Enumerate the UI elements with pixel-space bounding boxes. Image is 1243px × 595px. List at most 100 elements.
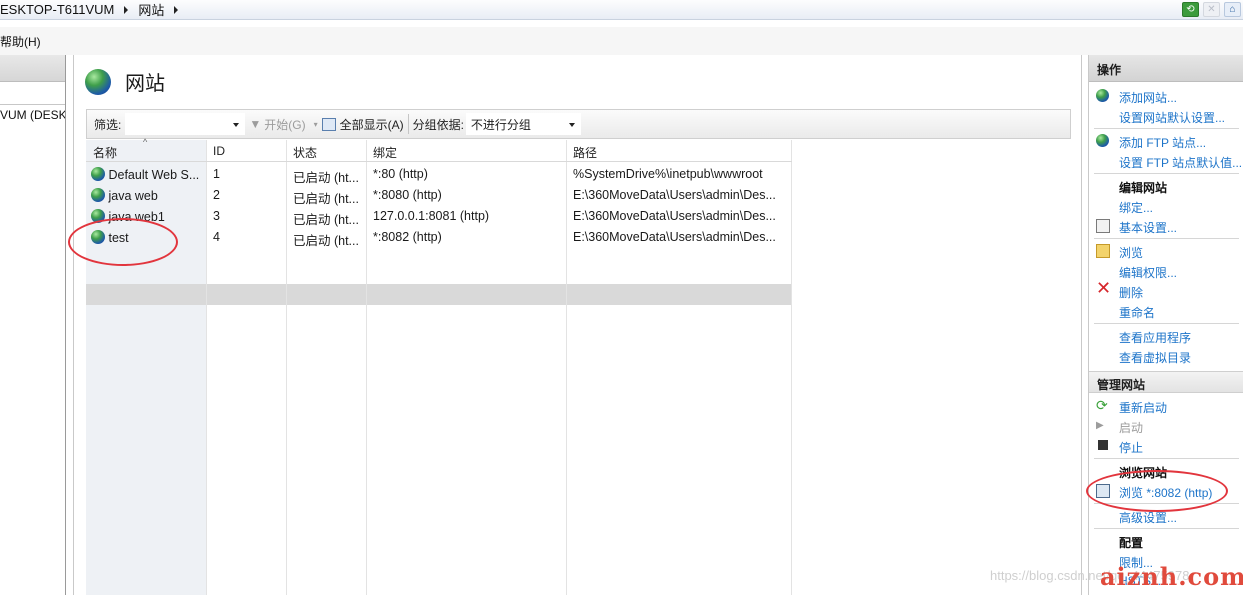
- page-title: 网站: [125, 71, 165, 95]
- explore-link[interactable]: 浏览: [1119, 244, 1143, 261]
- table-row-selected-bg: [86, 284, 792, 305]
- column-header-id[interactable]: ID: [213, 144, 225, 158]
- view-virtual-directories-link[interactable]: 查看虚拟目录: [1119, 349, 1191, 366]
- breadcrumb-separator-icon[interactable]: [124, 5, 129, 14]
- site-path: E:\360MoveData\Users\admin\Des...: [573, 188, 776, 202]
- show-all-icon: [321, 117, 336, 131]
- table-header: 名称 ^ ID 状态 绑定 路径: [86, 137, 792, 162]
- globe-icon: [91, 167, 105, 181]
- site-id: 1: [213, 167, 220, 181]
- site-id: 4: [213, 230, 220, 244]
- site-path: E:\360MoveData\Users\admin\Des...: [573, 230, 776, 244]
- home-icon[interactable]: ⌂: [1224, 1, 1241, 17]
- chevron-down-icon[interactable]: [233, 123, 240, 127]
- site-name-cell: Default Web S...: [91, 167, 199, 182]
- site-status: 已启动 (ht...: [293, 192, 359, 206]
- rename-link[interactable]: 重命名: [1119, 304, 1155, 321]
- site-id: 3: [213, 209, 220, 223]
- basic-settings-link[interactable]: 基本设置...: [1119, 219, 1177, 236]
- sort-ascending-icon: ^: [143, 137, 148, 147]
- ftp-defaults-link[interactable]: 设置 FTP 站点默认值...: [1119, 154, 1242, 171]
- breadcrumb-page[interactable]: 网站: [138, 0, 164, 19]
- add-site-link[interactable]: 添加网站...: [1119, 89, 1177, 106]
- globe-icon: [91, 188, 105, 202]
- brand-logo: aiznh.com: [1100, 562, 1243, 591]
- site-status: 已启动 (ht...: [293, 171, 359, 185]
- site-path: %SystemDrive%\inetpub\wwwroot: [573, 167, 763, 181]
- tree-node-server[interactable]: VUM (DESK: [0, 108, 65, 122]
- connections-toolbar: [0, 82, 65, 105]
- group-by-select[interactable]: 不进行分组: [465, 113, 581, 135]
- site-binding: 127.0.0.1:8081 (http): [373, 209, 490, 223]
- sites-globe-icon: [85, 68, 111, 95]
- site-binding: *:80 (http): [373, 167, 428, 181]
- column-header-name[interactable]: 名称: [93, 144, 117, 161]
- go-button[interactable]: ▼ 开始(G) ▾: [249, 113, 317, 135]
- site-path: E:\360MoveData\Users\admin\Des...: [573, 209, 776, 223]
- add-ftp-icon: [1096, 134, 1110, 148]
- stop-icon[interactable]: ✕: [1203, 1, 1220, 17]
- site-name-cell: java web: [91, 188, 158, 203]
- view-applications-link[interactable]: 查看应用程序: [1119, 329, 1191, 346]
- breadcrumb-host[interactable]: ESKTOP-T611VUM: [0, 2, 114, 17]
- edit-permissions-link[interactable]: 编辑权限...: [1119, 264, 1177, 281]
- table-row[interactable]: java web1 3 已启动 (ht... 127.0.0.1:8081 (h…: [86, 206, 792, 227]
- add-ftp-link[interactable]: 添加 FTP 站点...: [1119, 134, 1206, 151]
- start-link[interactable]: 启动: [1119, 419, 1143, 436]
- column-header-binding[interactable]: 绑定: [373, 144, 397, 161]
- address-toolbar: ⟲ ✕ ⌂: [1182, 0, 1243, 18]
- breadcrumb-separator-icon[interactable]: [174, 5, 179, 14]
- site-id: 2: [213, 188, 220, 202]
- divider: [1094, 458, 1239, 459]
- config-heading: 配置: [1119, 536, 1144, 550]
- toolbar-divider: [407, 114, 409, 134]
- restart-link[interactable]: 重新启动: [1119, 399, 1167, 416]
- chevron-down-icon[interactable]: ▾: [314, 120, 318, 129]
- chevron-down-icon[interactable]: [568, 123, 575, 127]
- filter-toolbar: 筛选: ▼ 开始(G) ▾ 全部显示(A) 分组依据: 不进行分组: [86, 109, 1071, 139]
- delete-icon: ✕: [1096, 278, 1112, 298]
- site-name: java web: [108, 189, 158, 203]
- annotation-circle-test: [68, 218, 178, 266]
- add-site-icon: [1096, 89, 1110, 103]
- site-binding: *:8082 (http): [373, 230, 442, 244]
- site-status: 已启动 (ht...: [293, 234, 359, 248]
- column-header-path[interactable]: 路径: [573, 144, 597, 161]
- table-row[interactable]: Default Web S... 1 已启动 (ht... *:80 (http…: [86, 164, 792, 185]
- page-header: 网站: [85, 67, 165, 96]
- menu-bar: 帮助(H): [0, 27, 1243, 55]
- actions-pane: 操作 添加网站... 设置网站默认设置... 添加 FTP 站点... 设置 F…: [1088, 55, 1243, 595]
- filter-label: 筛选:: [94, 117, 122, 132]
- divider: [1094, 128, 1239, 129]
- table-row[interactable]: java web 2 已启动 (ht... *:8080 (http) E:\3…: [86, 185, 792, 206]
- divider: [1094, 173, 1239, 174]
- sites-panel: 网站 筛选: ▼ 开始(G) ▾ 全部显示(A) 分组依据: 不进行分组 名称 …: [73, 55, 1082, 595]
- go-button-label: 开始(G): [264, 117, 306, 132]
- menu-help[interactable]: 帮助(H): [0, 33, 41, 50]
- bindings-link[interactable]: 绑定...: [1119, 199, 1153, 216]
- restart-icon: ⟳: [1096, 397, 1108, 413]
- manage-site-heading: 管理网站: [1089, 371, 1243, 393]
- settings-page-icon: [1096, 219, 1110, 233]
- site-binding: *:8080 (http): [373, 188, 442, 202]
- sites-table: 名称 ^ ID 状态 绑定 路径 Default Web S... 1 已启动 …: [86, 137, 792, 595]
- refresh-icon[interactable]: ⟲: [1182, 1, 1199, 17]
- address-bar[interactable]: ESKTOP-T611VUM 网站 ⟲ ✕ ⌂: [0, 0, 1243, 20]
- divider: [1094, 323, 1239, 324]
- site-name: Default Web S...: [108, 168, 200, 182]
- annotation-circle-browse: [1086, 470, 1228, 512]
- filter-input[interactable]: [125, 113, 246, 135]
- group-by-value: 不进行分组: [470, 117, 531, 132]
- explore-folder-icon: [1096, 244, 1110, 258]
- delete-link[interactable]: 删除: [1119, 284, 1143, 301]
- show-all-button[interactable]: 全部显示(A): [321, 113, 404, 135]
- site-defaults-link[interactable]: 设置网站默认设置...: [1119, 109, 1225, 126]
- breadcrumb: ESKTOP-T611VUM 网站: [0, 0, 188, 20]
- edit-site-heading: 编辑网站: [1119, 181, 1168, 195]
- table-row-selected[interactable]: test 4 已启动 (ht... *:8082 (http) E:\360Mo…: [86, 227, 792, 248]
- connections-header: [0, 55, 65, 82]
- column-header-status[interactable]: 状态: [293, 144, 317, 161]
- group-by-label: 分组依据:: [412, 117, 464, 132]
- stop-link[interactable]: 停止: [1119, 439, 1143, 456]
- start-icon: ▶: [1096, 420, 1104, 431]
